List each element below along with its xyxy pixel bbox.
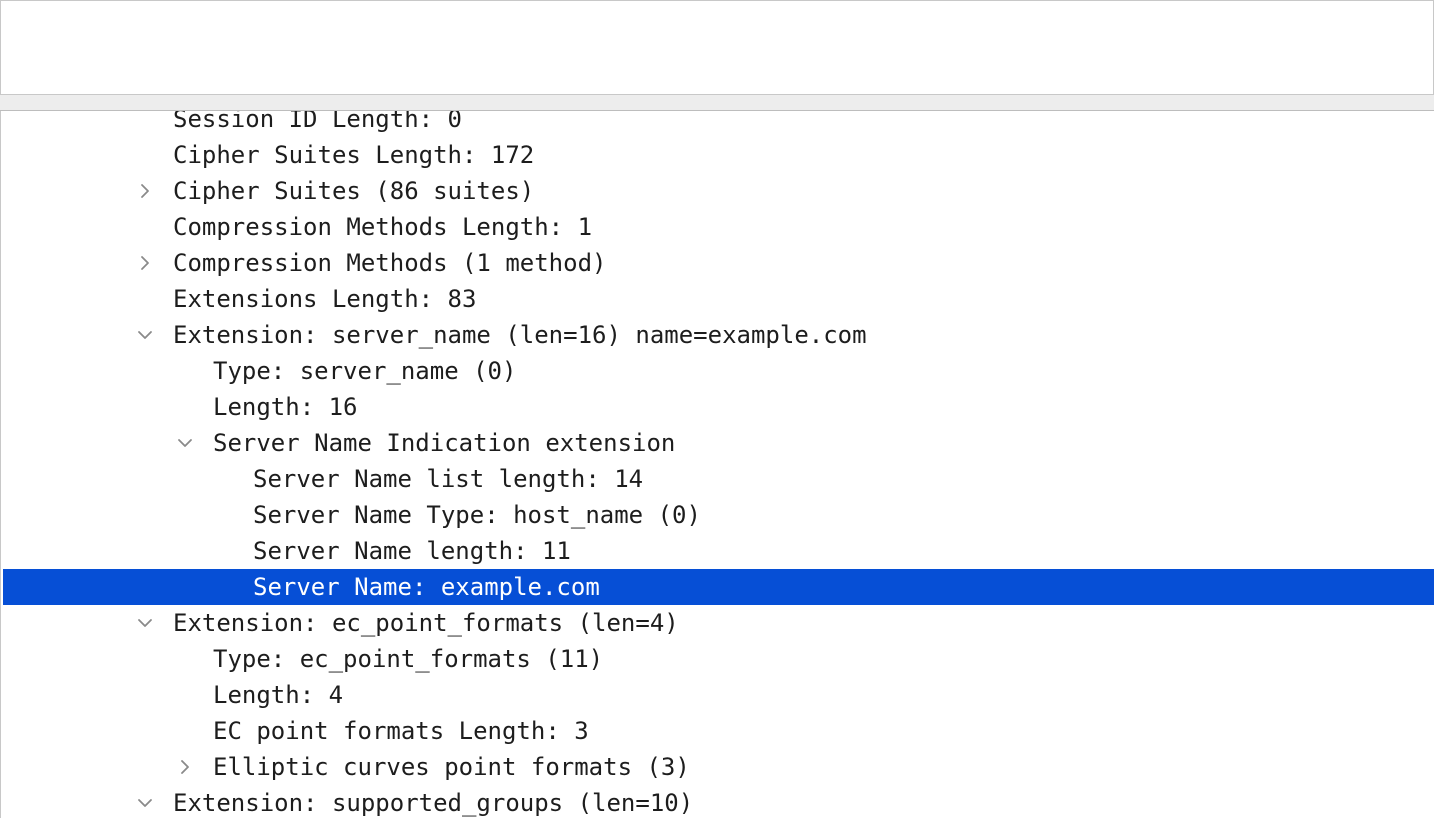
tree-row[interactable]: Cipher Suites Length: 172 — [1, 137, 1434, 173]
tree-row-label: Server Name length: 11 — [253, 537, 571, 565]
tree-row[interactable]: Session ID Length: 0 — [1, 111, 1434, 137]
tree-row-label: Compression Methods (1 method) — [173, 249, 607, 277]
tree-row-label: Server Name Type: host_name (0) — [253, 501, 701, 529]
tree-row-label: Extension: ec_point_formats (len=4) — [173, 609, 679, 637]
chevron-down-icon[interactable] — [135, 317, 155, 353]
tree-row-label: Cipher Suites Length: 172 — [173, 141, 535, 169]
tree-row-label: EC point formats Length: 3 — [213, 717, 589, 745]
tree-row[interactable]: Compression Methods Length: 1 — [1, 209, 1434, 245]
tree-row-label: Length: 16 — [213, 393, 358, 421]
tree-row-label: Type: ec_point_formats (11) — [213, 645, 604, 673]
tree-row-label: Length: 4 — [213, 681, 344, 709]
tree-row-label: Extensions Length: 83 — [173, 285, 477, 313]
chevron-down-icon[interactable] — [135, 605, 155, 641]
pane-splitter[interactable] — [0, 95, 1434, 111]
tree-row-label: Session ID Length: 0 — [173, 111, 462, 133]
tree-rows: Session ID Length: 0 Cipher Suites Length… — [1, 111, 1434, 818]
tree-row[interactable]: Extension: server_name (len=16) name=exa… — [1, 317, 1434, 353]
tree-row[interactable]: EC point formats Length: 3 — [1, 713, 1434, 749]
tree-row-label: Type: server_name (0) — [213, 357, 517, 385]
tree-row[interactable]: Extension: supported_groups (len=10) — [1, 785, 1434, 818]
tree-row[interactable]: Length: 4 — [1, 677, 1434, 713]
tree-row[interactable]: Cipher Suites (86 suites) — [1, 173, 1434, 209]
tree-row-label: Cipher Suites (86 suites) — [173, 177, 535, 205]
tree-row-label: Extension: supported_groups (len=10) — [173, 789, 694, 817]
tree-row-label: Server Name: example.com — [253, 573, 600, 601]
tree-row[interactable]: Server Name Type: host_name (0) — [1, 497, 1434, 533]
tree-row-label: Compression Methods Length: 1 — [173, 213, 593, 241]
tree-row[interactable]: Elliptic curves point formats (3) — [1, 749, 1434, 785]
tree-row-label: Server Name list length: 14 — [253, 465, 644, 493]
chevron-right-icon[interactable] — [135, 173, 155, 209]
tree-row-label: Elliptic curves point formats (3) — [213, 753, 690, 781]
tree-row-selected[interactable]: Server Name: example.com — [3, 569, 1434, 605]
packet-list-pane[interactable] — [0, 0, 1434, 95]
tree-row[interactable]: Server Name length: 11 — [1, 533, 1434, 569]
tree-row[interactable]: Compression Methods (1 method) — [1, 245, 1434, 281]
chevron-down-icon[interactable] — [135, 785, 155, 818]
tree-row[interactable]: Extension: ec_point_formats (len=4) — [1, 605, 1434, 641]
packet-details-tree[interactable]: Session ID Length: 0 Cipher Suites Length… — [0, 111, 1434, 818]
tree-row[interactable]: Type: server_name (0) — [1, 353, 1434, 389]
tree-row-label: Extension: server_name (len=16) name=exa… — [173, 321, 867, 349]
chevron-down-icon[interactable] — [175, 425, 195, 461]
tree-row-label: Server Name Indication extension — [213, 429, 676, 457]
tree-row[interactable]: Server Name Indication extension — [1, 425, 1434, 461]
chevron-right-icon[interactable] — [135, 245, 155, 281]
tree-row[interactable]: Server Name list length: 14 — [1, 461, 1434, 497]
tree-row[interactable]: Length: 16 — [1, 389, 1434, 425]
tree-row[interactable]: Type: ec_point_formats (11) — [1, 641, 1434, 677]
chevron-right-icon[interactable] — [175, 749, 195, 785]
tree-row[interactable]: Extensions Length: 83 — [1, 281, 1434, 317]
